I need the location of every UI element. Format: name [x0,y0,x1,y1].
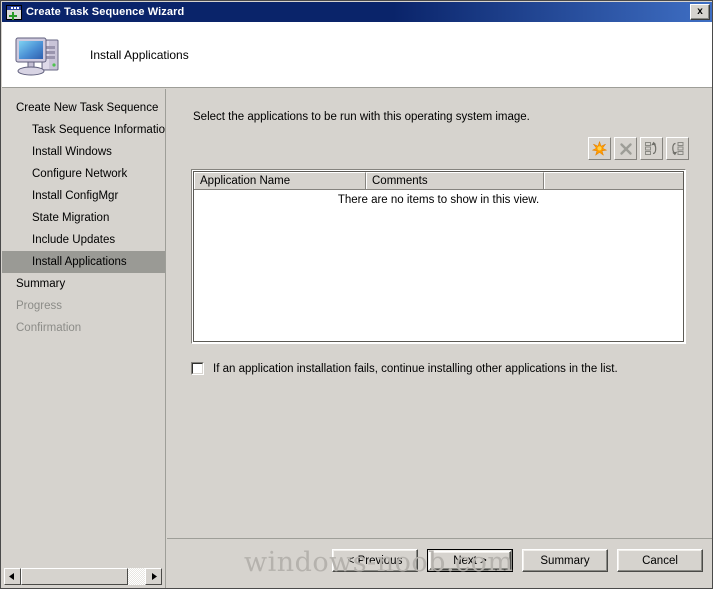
sidebar-item-task-sequence-information[interactable]: Task Sequence Informatio [2,119,165,141]
column-header-blank[interactable] [544,172,683,189]
scrollbar-thumb[interactable] [21,568,128,585]
application-list-inner: Application Name Comments There are no i… [193,171,684,342]
wizard-window-icon [6,4,22,20]
scrollbar-track[interactable] [21,568,145,585]
empty-list-message: There are no items to show in this view. [337,194,540,206]
summary-button[interactable]: Summary [522,549,608,572]
sidebar-item-install-configmgr[interactable]: Install ConfigMgr [2,185,165,207]
next-button-label: Next > [453,554,487,567]
sidebar-item-create-new-task-sequence[interactable]: Create New Task Sequence [2,97,165,119]
page-title: Install Applications [90,47,189,62]
instruction-text: Select the applications to be run with t… [193,111,530,123]
wizard-footer-buttons: < Previous Next > Summary Cancel [332,549,703,572]
cancel-button[interactable]: Cancel [617,549,703,572]
move-up-button [640,137,663,160]
application-list-toolbar [588,137,689,160]
scroll-left-icon[interactable] [4,568,21,585]
column-header-application-name[interactable]: Application Name [194,172,366,189]
footer-divider [167,538,712,539]
wizard-window: Create Task Sequence Wizard x Install Ap… [0,0,713,589]
wizard-main-panel: Select the applications to be run with t… [167,89,712,588]
delete-application-button [614,137,637,160]
continue-on-failure-checkbox[interactable] [191,362,204,375]
wizard-sidebar: Create New Task Sequence Task Sequence I… [2,89,166,588]
window-title: Create Task Sequence Wizard [26,6,185,18]
close-icon[interactable]: x [690,4,710,20]
sidebar-item-include-updates[interactable]: Include Updates [2,229,165,251]
add-application-button[interactable] [588,137,611,160]
previous-button[interactable]: < Previous [332,549,418,572]
column-header-comments[interactable]: Comments [366,172,544,189]
next-button[interactable]: Next > [427,549,513,572]
wizard-banner: Install Applications [2,22,712,88]
sidebar-item-configure-network[interactable]: Configure Network [2,163,165,185]
continue-on-failure-label: If an application installation fails, co… [213,362,618,375]
sidebar-item-progress: Progress [16,300,63,312]
sidebar-item-install-windows[interactable]: Install Windows [2,141,165,163]
scroll-right-icon[interactable] [145,568,162,585]
sidebar-horizontal-scrollbar[interactable] [4,568,162,585]
sidebar-nav-list: Create New Task Sequence Task Sequence I… [2,97,165,339]
title-bar: Create Task Sequence Wizard x [2,2,712,22]
sidebar-item-summary[interactable]: Summary [2,273,165,295]
move-down-button [666,137,689,160]
sidebar-item-install-applications[interactable]: Install Applications [2,251,165,273]
sidebar-item-state-migration[interactable]: State Migration [2,207,165,229]
application-list-view[interactable]: Application Name Comments There are no i… [191,169,686,344]
continue-on-failure-row[interactable]: If an application installation fails, co… [191,362,618,375]
sidebar-item-confirmation: Confirmation [16,322,82,334]
computer-icon [12,30,66,80]
application-list-header: Application Name Comments [194,172,683,190]
